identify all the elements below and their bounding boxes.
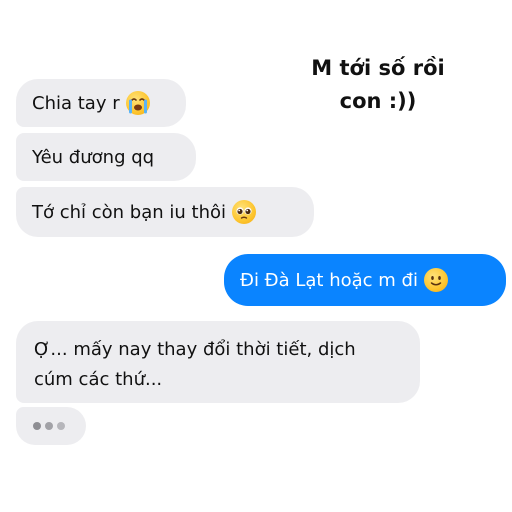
typing-dot xyxy=(33,422,41,430)
loudly-crying-face-icon xyxy=(125,91,150,115)
typing-dot xyxy=(57,422,65,430)
message-text-line-1: Ợ... mấy nay thay đổi thời tiết, dịch xyxy=(34,339,356,360)
caption-line-1: M tới số rồi xyxy=(311,56,445,80)
meme-caption: M tới số rồi con :)) xyxy=(286,52,470,118)
typing-indicator xyxy=(16,407,86,445)
message-bubble-incoming[interactable]: Chia tay r xyxy=(16,79,186,127)
message-text: Đi Đà Lạt hoặc m đi xyxy=(240,269,418,291)
message-text-line-2: cúm các thứ... xyxy=(34,369,163,390)
pleading-face-icon xyxy=(232,200,256,224)
message-bubble-incoming[interactable]: Tớ chỉ còn bạn iu thôi xyxy=(16,187,314,237)
message-text: Yêu đương qq xyxy=(32,146,155,168)
message-bubble-outgoing[interactable]: Đi Đà Lạt hoặc m đi xyxy=(224,254,506,306)
message-text: Tớ chỉ còn bạn iu thôi xyxy=(32,201,226,223)
message-bubble-incoming[interactable]: Ợ... mấy nay thay đổi thời tiết, dịch cú… xyxy=(16,321,420,403)
slightly-smiling-face-icon xyxy=(423,268,448,292)
message-bubble-incoming[interactable]: Yêu đương qq xyxy=(16,133,196,181)
message-text: Chia tay r xyxy=(32,92,120,114)
typing-dot xyxy=(45,422,53,430)
caption-line-2: con :)) xyxy=(339,89,417,113)
